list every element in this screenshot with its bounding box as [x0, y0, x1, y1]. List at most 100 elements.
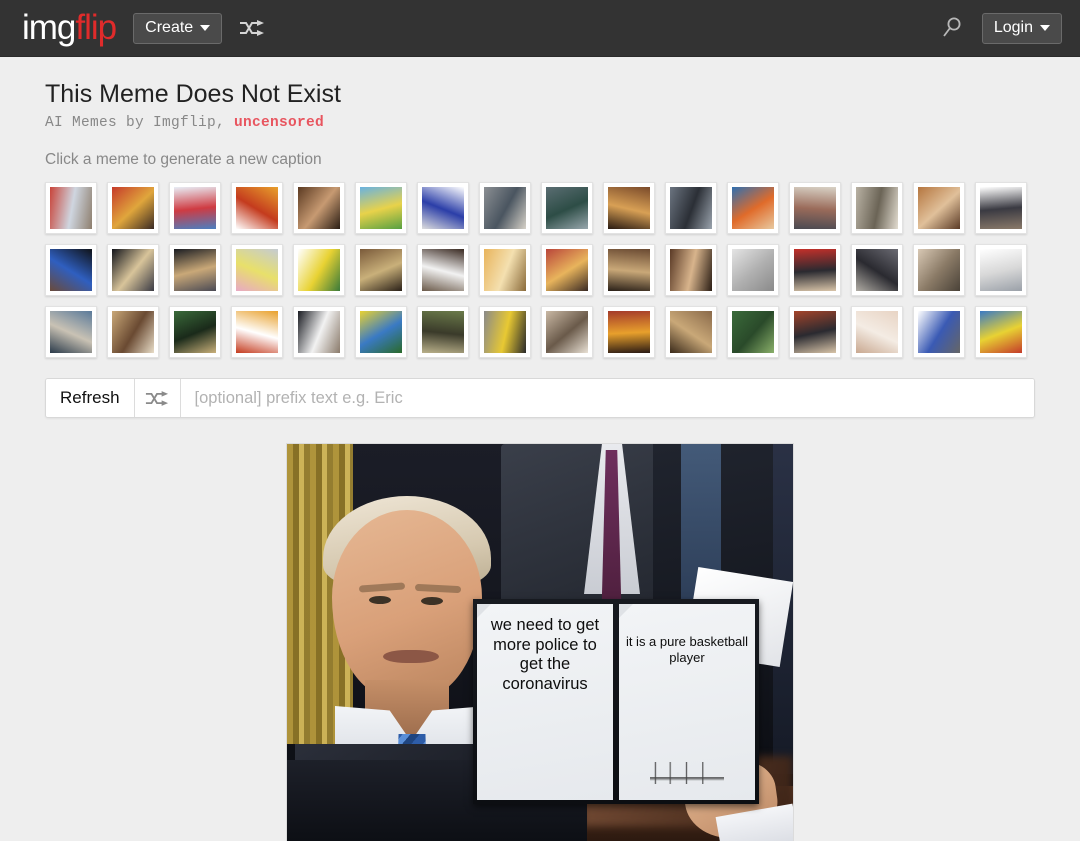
thumbnail-image [794, 311, 836, 353]
thumb-futurama-fry[interactable] [727, 182, 779, 234]
thumb-man-office-shirt[interactable] [45, 306, 97, 358]
thumb-yellow-eyes-dark[interactable] [479, 306, 531, 358]
page-title: This Meme Does Not Exist [45, 80, 341, 108]
refresh-bar: Refresh [45, 378, 1035, 418]
thumb-man-dark-jacket[interactable] [665, 182, 717, 234]
thumb-kermit-green[interactable] [727, 306, 779, 358]
create-button[interactable]: Create [133, 12, 223, 44]
thumb-red-character[interactable] [603, 306, 655, 358]
thumb-highway-sign[interactable] [541, 182, 593, 234]
thumb-man-long-hair[interactable] [293, 182, 345, 234]
thumb-green-screen-man[interactable] [169, 306, 221, 358]
thumb-sleeping-man[interactable] [727, 244, 779, 296]
thumb-older-man-portrait[interactable] [541, 306, 593, 358]
chevron-down-icon [200, 24, 211, 31]
thumbnail-image [918, 187, 960, 229]
imgflip-logo[interactable]: imgflip [22, 8, 117, 47]
thumbnail-image [856, 249, 898, 291]
thumb-woman-red-dress[interactable] [789, 244, 841, 296]
search-button[interactable] [940, 16, 964, 40]
header-right-group: Login [940, 12, 1062, 44]
thumb-cat-jumping[interactable] [417, 244, 469, 296]
thumb-indoor-meeting[interactable] [603, 244, 655, 296]
thumbnail-image [50, 311, 92, 353]
thumb-indoor-people[interactable] [913, 182, 965, 234]
login-button[interactable]: Login [981, 12, 1062, 44]
thumbnail-image [918, 311, 960, 353]
thumb-cartoon-blue-room[interactable] [975, 306, 1027, 358]
shuffle-icon [145, 390, 169, 406]
generated-meme-container: we need to get more police to get the co… [0, 444, 1080, 841]
thumb-child-eating[interactable] [107, 306, 159, 358]
thumbnail-image [50, 249, 92, 291]
thumbnail-image [174, 187, 216, 229]
subtitle-prefix: AI Memes by Imgflip, [45, 115, 235, 131]
thumb-disaster-scene[interactable] [541, 244, 593, 296]
thumb-white-panel-frame[interactable] [975, 244, 1027, 296]
thumb-dog-closeup[interactable] [913, 244, 965, 296]
thumb-store-aisle[interactable] [789, 182, 841, 234]
thumbnail-image [112, 187, 154, 229]
thumb-man-with-document[interactable] [293, 306, 345, 358]
thumb-person-brown-hair[interactable] [665, 244, 717, 296]
thumbnail-image [236, 187, 278, 229]
thumb-seinfeld-scene[interactable] [975, 182, 1027, 234]
thumbnail-image [236, 249, 278, 291]
thumbnail-image [856, 187, 898, 229]
meme-left-caption: we need to get more police to get the co… [490, 616, 600, 693]
thumb-cartoon-pastel[interactable] [231, 244, 283, 296]
prefix-text-input[interactable] [180, 379, 1034, 417]
thumb-woman-indoors[interactable] [789, 306, 841, 358]
page-subtitle: AI Memes by Imgflip, uncensored [45, 115, 1035, 131]
logo-img-text: img [22, 8, 76, 47]
thumbnail-image [422, 187, 464, 229]
thumb-yoda[interactable] [417, 306, 469, 358]
thumbnail-image [360, 249, 402, 291]
thumbnail-image [608, 187, 650, 229]
meme-right-page: it is a pure basketball player [619, 604, 755, 800]
thumb-comic-panels[interactable] [169, 182, 221, 234]
thumb-office-desk[interactable] [851, 244, 903, 296]
chevron-down-icon [1040, 24, 1050, 31]
search-icon [943, 17, 961, 37]
meme-left-page: we need to get more police to get the co… [477, 604, 613, 800]
site-header: imgflip Create Login [0, 0, 1080, 57]
thumbnail-image [360, 187, 402, 229]
refresh-button[interactable]: Refresh [46, 379, 135, 417]
shuffle-button[interactable] [134, 379, 181, 417]
thumb-orange-white-split[interactable] [231, 306, 283, 358]
thumbnail-image [298, 187, 340, 229]
thumb-leonardo-cheers[interactable] [107, 244, 159, 296]
thumb-woman-yelling-cat-crowd[interactable] [45, 182, 97, 234]
thumbnail-image [546, 249, 588, 291]
thumb-pikachu-spongebob[interactable] [355, 182, 407, 234]
thumb-obama-blue[interactable] [45, 244, 97, 296]
thumbnail-image [670, 187, 712, 229]
thumb-street-photo[interactable] [479, 182, 531, 234]
thumbnail-image [732, 249, 774, 291]
thumb-orange-vertical[interactable] [231, 182, 283, 234]
thumbnail-image [484, 311, 526, 353]
thumb-leonardo-laugh[interactable] [169, 244, 221, 296]
thumb-red-abstract-scene[interactable] [107, 182, 159, 234]
thumb-hands-light[interactable] [851, 306, 903, 358]
shuffle-icon [240, 20, 265, 36]
content-inner: This Meme Does Not Exist AI Memes by Img… [0, 79, 1080, 418]
thumb-harry-potter[interactable] [355, 244, 407, 296]
thumb-pikachu-surprised[interactable] [293, 244, 345, 296]
thumbnail-image [980, 249, 1022, 291]
thumb-white-list-panel[interactable] [417, 182, 469, 234]
generated-meme-image[interactable]: we need to get more police to get the co… [287, 444, 793, 841]
thumbnail-image [298, 249, 340, 291]
thumb-skeleton-bench[interactable] [851, 182, 903, 234]
thumb-flag-announcement[interactable] [913, 306, 965, 358]
thumb-man-in-uniform[interactable] [603, 182, 655, 234]
header-shuffle-icon[interactable] [239, 20, 265, 36]
thumb-doge[interactable] [479, 244, 531, 296]
thumb-spongebob-yellow[interactable] [355, 306, 407, 358]
subtitle-uncensored: uncensored [234, 115, 325, 131]
page-content: This Meme Does Not Exist AI Memes by Img… [0, 57, 1080, 841]
thumb-running-person[interactable] [665, 306, 717, 358]
thumbnail-image [422, 249, 464, 291]
meme-right-caption: it is a pure basketball player [625, 634, 749, 665]
